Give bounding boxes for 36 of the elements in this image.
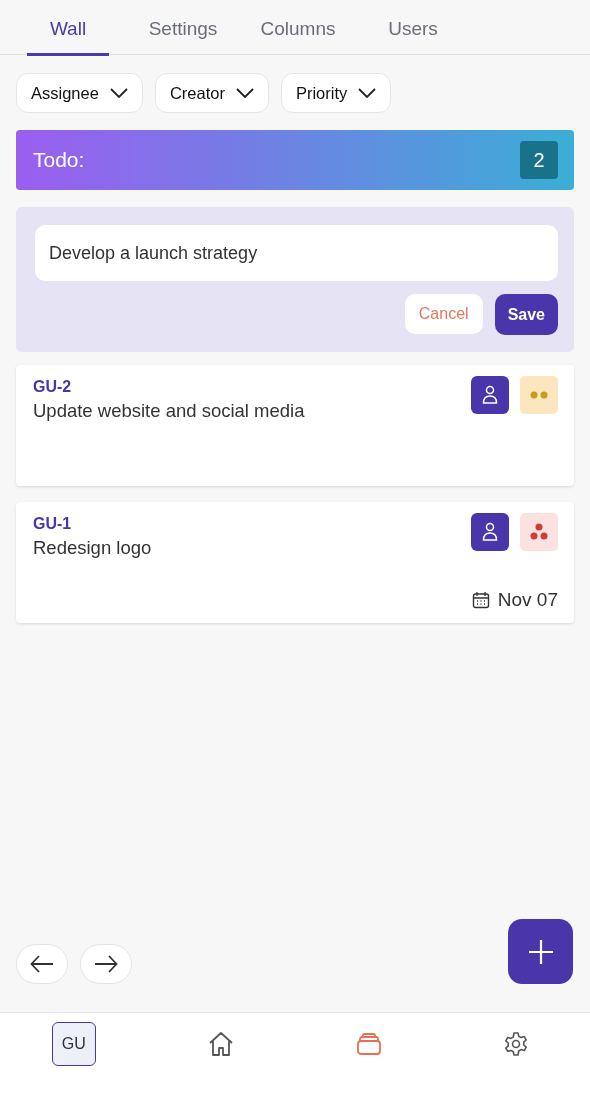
save-button[interactable]: Save	[494, 294, 558, 335]
filter-dropdown[interactable]: Creator	[154, 73, 269, 113]
assignee-button[interactable]	[471, 376, 509, 414]
chevron-down-icon	[358, 88, 377, 98]
add-button[interactable]	[508, 919, 573, 984]
tab[interactable]: Settings	[142, 0, 224, 56]
filter-dropdown[interactable]: Assignee	[16, 73, 143, 113]
arrow-left-icon	[30, 954, 54, 973]
count-badge: 2	[520, 141, 558, 179]
task-title: Update website and social media	[33, 400, 305, 422]
task-key: GU-2	[33, 378, 305, 396]
column-title: Todo:	[33, 148, 85, 172]
arrow-right-icon	[94, 954, 118, 973]
chevron-down-icon	[235, 88, 254, 98]
task-title: Redesign logo	[33, 537, 152, 559]
tab[interactable]: Users	[372, 0, 454, 56]
calendar-icon	[471, 591, 490, 609]
cards-stack-icon[interactable]	[355, 1032, 382, 1056]
task-key: GU-1	[33, 515, 152, 533]
tab[interactable]: Wall	[27, 0, 109, 56]
person-icon	[482, 522, 498, 542]
avatar-button[interactable]: GU	[51, 1022, 96, 1066]
home-icon[interactable]	[208, 1031, 235, 1057]
settings-icon[interactable]	[503, 1031, 530, 1057]
filter-dropdown[interactable]: Priority	[280, 73, 392, 113]
person-icon	[482, 385, 498, 405]
assignee-button[interactable]	[471, 513, 509, 551]
due-date: Nov 07	[497, 589, 558, 611]
task-card[interactable]: GU-1 Redesign logo Nov 07	[16, 502, 574, 623]
chevron-down-icon	[109, 88, 128, 98]
tab[interactable]: Columns	[257, 0, 339, 56]
previous-button[interactable]	[16, 943, 68, 984]
plus-icon	[527, 938, 554, 965]
input-field[interactable]: Develop a launch strategy	[35, 225, 558, 281]
next-button[interactable]	[80, 943, 132, 984]
task-card[interactable]: GU-2 Update website and social media	[16, 365, 574, 486]
